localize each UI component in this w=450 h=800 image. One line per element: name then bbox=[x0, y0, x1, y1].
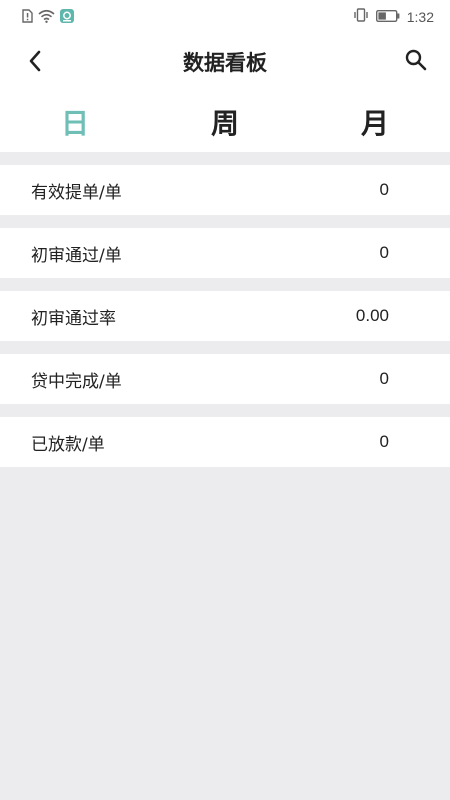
stat-label: 已放款/单 bbox=[31, 434, 105, 455]
battery-icon bbox=[375, 9, 400, 25]
status-time: 1:32 bbox=[406, 8, 434, 25]
wifi-icon bbox=[38, 9, 55, 28]
stat-label: 有效提单/单 bbox=[31, 182, 122, 203]
app-notification-icon bbox=[60, 9, 74, 28]
tab-month[interactable]: 月 bbox=[300, 92, 450, 152]
status-left-icons bbox=[22, 9, 74, 28]
stat-value: 0 bbox=[379, 369, 389, 388]
header: 数据看板 bbox=[0, 34, 450, 92]
top-panel: 1:32 数据看板 日 周 月 bbox=[0, 0, 450, 152]
stat-row-approval-rate[interactable]: 初审通过率 0.00 bbox=[0, 291, 450, 341]
stat-label: 初审通过率 bbox=[31, 308, 116, 329]
back-button[interactable] bbox=[20, 48, 50, 78]
stats-list: 有效提单/单 0 初审通过/单 0 初审通过率 0.00 贷中完成/单 0 已放… bbox=[0, 152, 450, 467]
period-tabs: 日 周 月 bbox=[0, 92, 450, 152]
stat-row-valid-orders[interactable]: 有效提单/单 0 bbox=[0, 165, 450, 215]
stat-value: 0 bbox=[379, 180, 389, 199]
status-bar: 1:32 bbox=[0, 0, 450, 34]
stat-row-disbursed[interactable]: 已放款/单 0 bbox=[0, 417, 450, 467]
stat-label: 贷中完成/单 bbox=[31, 371, 122, 392]
stat-value: 0 bbox=[379, 432, 389, 451]
vibrate-icon bbox=[353, 8, 369, 25]
stat-row-in-loan-completed[interactable]: 贷中完成/单 0 bbox=[0, 354, 450, 404]
sim-alert-icon bbox=[22, 9, 33, 28]
page-title: 数据看板 bbox=[183, 51, 267, 75]
stat-value: 0 bbox=[379, 243, 389, 262]
chevron-left-icon bbox=[27, 49, 43, 77]
stat-value: 0.00 bbox=[355, 306, 389, 325]
stat-row-initial-approved[interactable]: 初审通过/单 0 bbox=[0, 228, 450, 278]
status-right-icons: 1:32 bbox=[353, 8, 434, 25]
tab-week[interactable]: 周 bbox=[150, 92, 300, 152]
search-icon bbox=[404, 48, 428, 76]
search-button[interactable] bbox=[400, 46, 432, 78]
stat-label: 初审通过/单 bbox=[31, 245, 122, 266]
tab-day[interactable]: 日 bbox=[0, 92, 150, 152]
